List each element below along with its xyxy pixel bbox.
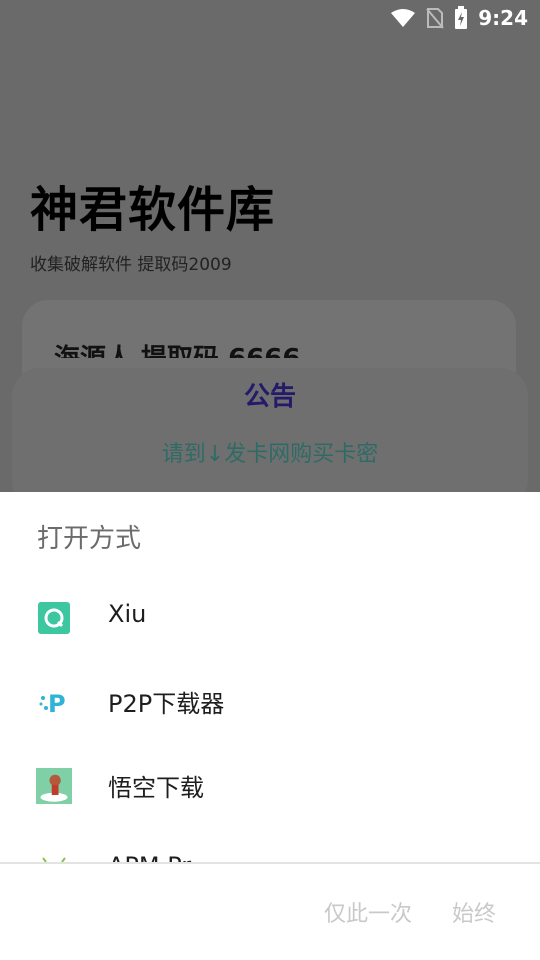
status-time: 9:24	[478, 6, 528, 30]
page-title: 神君软件库	[30, 182, 276, 238]
xiu-app-icon	[38, 602, 70, 634]
app-item-xiu[interactable]: Xiu	[0, 578, 540, 658]
page-subtitle: 收集破解软件 提取码2009	[30, 255, 232, 275]
battery-charging-icon	[455, 6, 467, 29]
app-item-wukong[interactable]: 悟空下载	[0, 746, 540, 826]
sheet-title: 打开方式	[37, 524, 142, 554]
status-icons	[390, 6, 468, 30]
wukong-app-icon	[36, 768, 72, 804]
p2p-app-icon: P	[39, 690, 66, 718]
notice-title: 公告	[243, 382, 296, 412]
app-label: P2P下载器	[108, 690, 225, 718]
status-bar: 9:24	[0, 0, 540, 36]
app-item-apm[interactable]: APM Pr	[0, 830, 540, 862]
app-label: Xiu	[108, 600, 147, 628]
sheet-footer: 仅此一次 始终	[0, 864, 540, 960]
svg-text:P: P	[48, 690, 66, 718]
android-app-icon	[42, 857, 66, 862]
open-with-sheet: 打开方式 Xiu P P2P下载器 悟空下载 仅此一次 始终	[0, 492, 540, 960]
app-label: 悟空下载	[108, 774, 204, 802]
wifi-icon	[391, 9, 415, 27]
app-item-p2p[interactable]: P P2P下载器	[0, 662, 540, 742]
app-label: APM Pr	[108, 852, 191, 862]
always-button[interactable]: 始终	[452, 896, 496, 928]
just-once-button[interactable]: 仅此一次	[324, 896, 412, 928]
notice-text: 请到↓发卡网购买卡密	[161, 442, 379, 467]
no-sim-icon	[426, 8, 444, 29]
background-card-text: 海源人 提取码 6666	[54, 338, 384, 358]
